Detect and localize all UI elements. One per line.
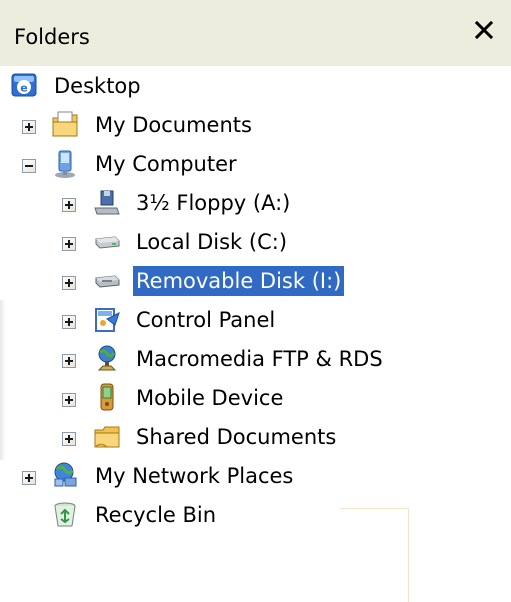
macromedia-ftp-icon: [93, 343, 121, 373]
collapse-toggle[interactable]: [22, 159, 36, 173]
expand-toggle[interactable]: [62, 198, 76, 212]
tree-item-label: My Computer: [95, 152, 237, 176]
expand-toggle[interactable]: [62, 432, 76, 446]
tree-item-desktop[interactable]: e Desktop: [0, 68, 511, 104]
tree-item-removable-disk-i[interactable]: Removable Disk (I:): [0, 263, 511, 299]
tree-item-my-documents[interactable]: My Documents: [0, 107, 511, 143]
hard-disk-icon: [93, 227, 121, 257]
my-documents-icon: [51, 110, 79, 140]
removable-disk-icon: [93, 266, 121, 296]
tree-item-shared-documents[interactable]: Shared Documents: [0, 419, 511, 455]
tree-item-mobile-device[interactable]: Mobile Device: [0, 380, 511, 416]
tree-item-label: My Documents: [95, 113, 252, 137]
pane-title: Folders: [14, 25, 90, 49]
expand-toggle[interactable]: [22, 120, 36, 134]
desktop-icon: e: [10, 71, 38, 101]
decor-divider: [340, 508, 409, 509]
expand-toggle[interactable]: [62, 354, 76, 368]
expand-toggle[interactable]: [62, 393, 76, 407]
tree-item-label: Removable Disk (I:): [133, 266, 345, 296]
expand-toggle[interactable]: [62, 276, 76, 290]
tree-item-my-network-places[interactable]: My Network Places: [0, 458, 511, 494]
folders-pane-header: Folders: [0, 0, 511, 66]
network-places-icon: [51, 460, 79, 490]
close-icon: [474, 20, 494, 40]
tree-item-label: Control Panel: [136, 308, 276, 332]
folder-tree: e Desktop My Documents My Computer 3½ Fl…: [0, 66, 511, 602]
tree-item-label: Macromedia FTP & RDS: [136, 347, 383, 371]
close-button[interactable]: [470, 16, 498, 44]
tree-item-my-computer[interactable]: My Computer: [0, 146, 511, 182]
mobile-device-icon: [93, 382, 121, 412]
recycle-bin-icon: [51, 499, 79, 529]
my-computer-icon: [51, 149, 79, 179]
tree-item-recycle-bin[interactable]: Recycle Bin: [0, 497, 511, 533]
expand-toggle[interactable]: [22, 471, 36, 485]
tree-item-control-panel[interactable]: Control Panel: [0, 302, 511, 338]
control-panel-icon: [93, 305, 121, 335]
shared-folder-icon: [93, 422, 121, 452]
folders-pane: Folders e Desktop My Documents My Comput…: [0, 0, 511, 602]
svg-text:e: e: [20, 82, 27, 95]
tree-item-label: Local Disk (C:): [136, 230, 288, 254]
tree-item-label: Shared Documents: [136, 425, 337, 449]
tree-item-label: Recycle Bin: [95, 503, 217, 527]
tree-item-local-disk-c[interactable]: Local Disk (C:): [0, 224, 511, 260]
tree-item-macromedia-ftp-rds[interactable]: Macromedia FTP & RDS: [0, 341, 511, 377]
floppy-drive-icon: [93, 188, 121, 218]
tree-item-label: 3½ Floppy (A:): [136, 191, 291, 215]
tree-item-label: Desktop: [54, 74, 141, 98]
decor-divider: [408, 508, 409, 602]
expand-toggle[interactable]: [62, 237, 76, 251]
tree-item-floppy-a[interactable]: 3½ Floppy (A:): [0, 185, 511, 221]
expand-toggle[interactable]: [62, 315, 76, 329]
tree-item-label: Mobile Device: [136, 386, 284, 410]
tree-item-label: My Network Places: [95, 464, 294, 488]
